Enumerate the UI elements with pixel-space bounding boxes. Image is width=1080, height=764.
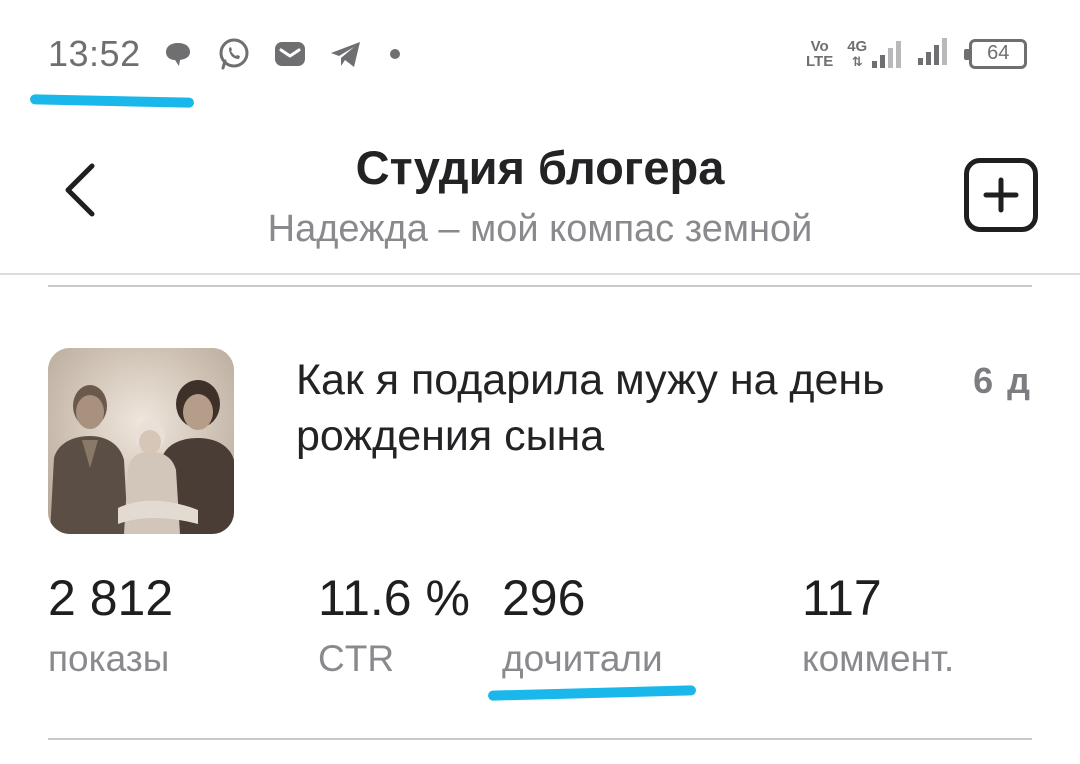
stat-value: 2 812	[48, 570, 174, 626]
stat-value: 117	[802, 570, 882, 626]
article-title[interactable]: Как я подарила мужу на день рождения сын…	[296, 352, 896, 464]
volte-bottom-label: LTE	[806, 52, 834, 70]
chat-bubble-icon	[160, 36, 196, 72]
battery-icon: 64	[964, 38, 1028, 69]
stat-impressions: 2 812 показы	[48, 570, 173, 680]
whatsapp-icon	[216, 36, 252, 72]
signal-4g-icon: 4G ⇅	[847, 39, 903, 69]
notification-dot-icon	[390, 49, 400, 59]
stat-ctr: 11.6 % CTR	[318, 570, 470, 680]
volte-top-label: Vo	[810, 37, 829, 55]
stat-value: 11.6 %	[318, 570, 470, 626]
telegram-icon	[328, 36, 364, 72]
volte-icon: Vo LTE	[806, 39, 833, 69]
stat-label: CTR	[318, 638, 395, 679]
stat-label: коммент.	[802, 638, 955, 679]
notification-icons	[160, 36, 400, 72]
stat-label: показы	[48, 638, 170, 679]
add-button[interactable]	[964, 158, 1038, 232]
article-thumbnail[interactable]	[48, 348, 234, 534]
time-highlight-underline	[29, 94, 195, 108]
network-type-label: 4G	[847, 37, 868, 55]
stat-comments: 117 коммент.	[802, 570, 954, 680]
stat-value: 296	[502, 570, 586, 626]
stat-read-through: 296 дочитали	[502, 570, 663, 680]
system-icons: Vo LTE 4G ⇅ 64	[806, 36, 1028, 71]
family-photo-icon	[48, 348, 234, 534]
read-through-highlight-underline	[487, 685, 697, 701]
channel-name: Надежда – мой компас земной	[267, 208, 813, 250]
top-divider	[48, 285, 1032, 287]
page-title: Студия блогера	[355, 141, 725, 194]
bottom-divider	[48, 738, 1032, 740]
mail-icon	[272, 36, 308, 72]
status-time: 13:52	[48, 33, 141, 74]
plus-icon	[983, 177, 1019, 213]
article-age: 6 д	[973, 360, 1032, 401]
app-header: Студия блогера Надежда – мой компас земн…	[0, 110, 1080, 275]
status-bar: 13:52 Vo LTE 4G ⇅ 64	[0, 0, 1080, 110]
stat-label: дочитали	[502, 638, 663, 679]
battery-level: 64	[987, 42, 1010, 64]
signal-icon	[917, 36, 949, 71]
